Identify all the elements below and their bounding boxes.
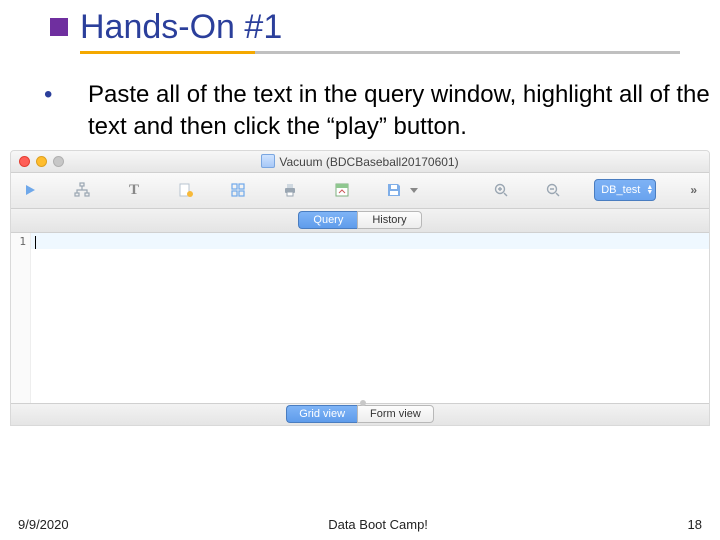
toolbar-overflow-icon[interactable]: » [686, 183, 701, 197]
database-selector-label: DB_test [601, 184, 640, 196]
zoom-out-icon[interactable] [542, 179, 564, 201]
print-icon[interactable] [279, 179, 301, 201]
tab-query[interactable]: Query [298, 211, 357, 229]
chevron-updown-icon: ▲▼ [646, 185, 653, 195]
new-query-icon[interactable] [175, 179, 197, 201]
window-title: Vacuum (BDCBaseball20170601) [11, 154, 709, 169]
footer-page-number: 18 [688, 517, 702, 532]
drag-handle-icon[interactable] [360, 400, 366, 406]
editor-tabs: Query History [11, 209, 709, 233]
tab-grid-view[interactable]: Grid view [286, 405, 357, 423]
title-accent-square [50, 18, 68, 36]
window-titlebar: Vacuum (BDCBaseball20170601) [11, 151, 709, 173]
line-number-1: 1 [19, 235, 26, 248]
window-title-text: Vacuum (BDCBaseball20170601) [279, 155, 458, 169]
tab-history[interactable]: History [357, 211, 421, 229]
view-tabs: Grid view Form view [286, 405, 434, 423]
play-button[interactable] [19, 179, 41, 201]
results-bottom-bar: Grid view Form view [11, 403, 709, 425]
slide-footer: 9/9/2020 Data Boot Camp! 18 [0, 517, 720, 532]
line-gutter: 1 [11, 233, 31, 403]
bullet-content: Paste all of the text in the query windo… [88, 81, 710, 140]
schema-icon[interactable] [71, 179, 93, 201]
app-window: Vacuum (BDCBaseball20170601) T [10, 150, 710, 426]
footer-center: Data Boot Camp! [328, 517, 428, 532]
save-icon[interactable] [383, 179, 405, 201]
toolbar: T [11, 173, 709, 209]
slide: Hands-On #1 •Paste all of the text in th… [0, 0, 720, 540]
window-title-icon [261, 154, 275, 168]
tab-form-view[interactable]: Form view [357, 405, 434, 423]
slide-bullet-text: •Paste all of the text in the query wind… [44, 79, 710, 144]
zoom-in-icon[interactable] [490, 179, 512, 201]
code-textarea[interactable] [31, 233, 709, 403]
slide-title: Hands-On #1 [80, 8, 720, 47]
save-chevron-icon[interactable] [409, 179, 419, 201]
text-icon[interactable]: T [123, 179, 145, 201]
text-cursor [35, 236, 36, 249]
query-editor: 1 [11, 233, 709, 403]
select-all-icon[interactable] [227, 179, 249, 201]
title-underline [80, 51, 720, 55]
export-icon[interactable] [331, 179, 353, 201]
footer-date: 9/9/2020 [18, 517, 69, 532]
database-selector[interactable]: DB_test ▲▼ [594, 179, 656, 201]
